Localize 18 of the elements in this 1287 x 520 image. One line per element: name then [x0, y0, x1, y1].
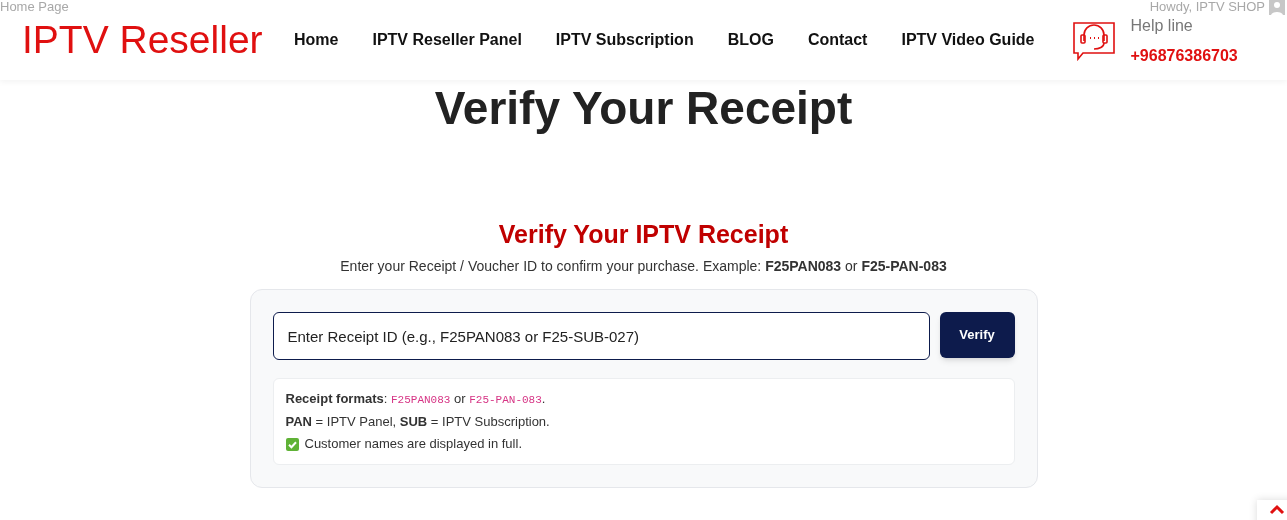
phone-number[interactable]: +96876386703 [1130, 44, 1238, 68]
note-text: Customer names are displayed in full. [304, 435, 522, 453]
nav-link[interactable]: IPTV Video Guide [901, 28, 1035, 52]
section-heading: Verify Your IPTV Receipt [497, 219, 790, 250]
nav-link[interactable]: IPTV Reseller Panel [372, 28, 522, 52]
help-line-label: Help line [1130, 16, 1194, 36]
receipt-id-field[interactable]: Enter Receipt ID (e.g., F25PAN083 or F25-SUB-027) [272, 312, 930, 360]
verify-button[interactable]: Verify [939, 312, 1015, 358]
check-icon [285, 437, 299, 451]
page-title: Verify Your Receipt [433, 81, 854, 136]
arrow-up-icon [1269, 503, 1285, 515]
note-text: PAN = IPTV Panel, SUB = IPTV Subscription. [285, 413, 551, 431]
nav-link[interactable]: BLOG [727, 28, 774, 52]
nav-link[interactable]: Home [294, 28, 339, 52]
nav-link[interactable]: Contact [807, 28, 868, 52]
receipt-formats-text: Receipt formats: F25PAN083 or F25-PAN-083. [285, 390, 547, 408]
intro-text: Enter your Receipt / Voucher ID to confirm your purchase. Example: F25PAN083 or F25-PAN-083 [339, 257, 948, 276]
nav-link[interactable]: IPTV Subscription [555, 28, 694, 52]
